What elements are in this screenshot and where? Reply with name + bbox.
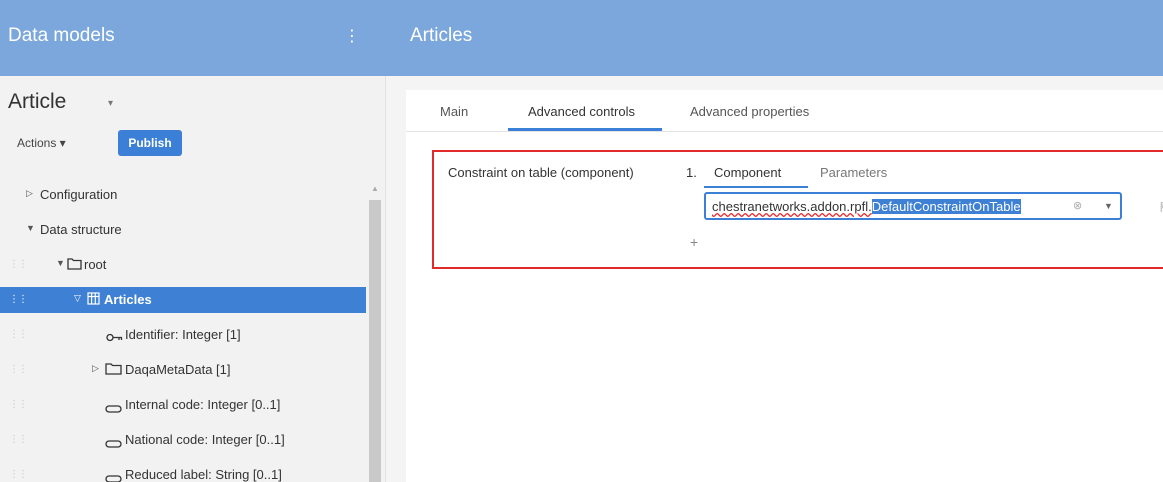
tree-node-label: Configuration	[40, 187, 118, 202]
constraint-index: 1.	[686, 165, 697, 180]
tree-node-daqametadata[interactable]: ⋮⋮ ▷ DaqaMetaData [1]	[0, 357, 366, 383]
scrollbar-thumb[interactable]	[369, 200, 381, 482]
more-options-icon[interactable]: ⋮	[344, 29, 360, 49]
add-constraint-icon[interactable]: +	[690, 234, 698, 250]
table-icon	[87, 292, 100, 308]
tree-node-label: DaqaMetaData [1]	[125, 362, 231, 377]
folder-icon	[105, 362, 122, 378]
component-value-selected: DefaultConstraintOnTable	[871, 199, 1021, 214]
details-card: Main Advanced controls Advanced properti…	[406, 90, 1163, 482]
tree-node-configuration[interactable]: ▷ Configuration	[0, 182, 366, 208]
drag-handle-icon[interactable]: ⋮⋮	[9, 259, 28, 270]
tree-node-articles[interactable]: ⋮⋮ ▽ Articles	[0, 287, 366, 313]
collapse-icon[interactable]: ▼	[56, 258, 65, 268]
collapse-icon[interactable]: ▼	[26, 223, 35, 233]
collapse-icon[interactable]: ▽	[74, 293, 81, 304]
tree-node-internal-code[interactable]: ⋮⋮ Internal code: Integer [0..1]	[0, 392, 366, 418]
data-models-title: Data models	[8, 25, 115, 46]
tree-node-label: root	[84, 257, 107, 272]
folder-icon	[67, 257, 82, 273]
field-icon	[105, 471, 122, 482]
component-value[interactable]: chestranetworks.addon.rpfl.DefaultConstr…	[712, 199, 1021, 214]
tree-node-label: National code: Integer [0..1]	[125, 432, 285, 447]
tab-bar: Main Advanced controls Advanced properti…	[406, 90, 1163, 132]
tree-node-label: Reduced label: String [0..1]	[125, 467, 282, 482]
tree-node-reduced-label[interactable]: ⋮⋮ Reduced label: String [0..1]	[0, 462, 366, 482]
key-icon	[106, 330, 123, 345]
drag-handle-icon[interactable]: ⋮⋮	[9, 434, 28, 445]
field-icon	[105, 401, 122, 416]
tree-node-root[interactable]: ⋮⋮ ▼ root	[0, 252, 366, 278]
scroll-up-icon[interactable]: ▲	[371, 184, 379, 193]
active-subtab-indicator	[704, 186, 808, 188]
component-value-prefix: chestranetworks.addon.rpfl.	[712, 199, 872, 214]
tree-node-data-structure[interactable]: ▼ Data structure	[0, 217, 366, 243]
tab-main[interactable]: Main	[440, 104, 468, 119]
tree-node-label: Internal code: Integer [0..1]	[125, 397, 281, 412]
drag-handle-icon[interactable]: ⋮⋮	[9, 469, 28, 480]
app-header: Data models ⋮ Articles	[0, 0, 1163, 76]
constraint-label: Constraint on table (component)	[448, 165, 634, 180]
tab-advanced-properties[interactable]: Advanced properties	[690, 104, 809, 119]
chevron-down-icon[interactable]: ▼	[1104, 201, 1113, 211]
expand-icon[interactable]: ▷	[26, 188, 33, 199]
component-select[interactable]: chestranetworks.addon.rpfl.DefaultConstr…	[704, 192, 1122, 220]
tree-node-label: Articles	[104, 292, 152, 307]
subtab-parameters[interactable]: Parameters	[820, 165, 887, 180]
drag-handle-icon[interactable]: ⋮⋮	[9, 294, 28, 305]
tree-scrollbar[interactable]: ▲	[368, 184, 382, 482]
subtab-component[interactable]: Component	[714, 165, 781, 180]
drag-handle-icon[interactable]: ⋮⋮	[9, 399, 28, 410]
tree-node-label: Data structure	[40, 222, 122, 237]
field-icon	[105, 436, 122, 451]
drag-handle-icon[interactable]: ⋮⋮	[9, 364, 28, 375]
drag-handle-icon[interactable]: ⋮⋮	[9, 329, 28, 340]
model-title[interactable]: Article	[8, 90, 66, 114]
publish-button[interactable]: Publish	[118, 130, 182, 156]
tree-node-national-code[interactable]: ⋮⋮ National code: Integer [0..1]	[0, 427, 366, 453]
tree-node-identifier[interactable]: ⋮⋮ Identifier: Integer [1]	[0, 322, 366, 348]
expand-icon[interactable]: ▷	[92, 363, 99, 374]
tab-advanced-controls[interactable]: Advanced controls	[528, 104, 635, 119]
actions-menu[interactable]: Actions ▾	[17, 136, 66, 150]
active-tab-indicator	[508, 128, 662, 131]
clear-icon[interactable]: ⊗	[1073, 199, 1082, 212]
data-model-sidebar: Article ▾ Actions ▾ Publish ▷ Configurat…	[0, 76, 386, 482]
main-content: Main Advanced controls Advanced properti…	[386, 76, 1163, 482]
tree-node-label: Identifier: Integer [1]	[125, 327, 241, 342]
constraint-highlight-box: Constraint on table (component) 1. Compo…	[432, 150, 1163, 269]
model-dropdown-icon[interactable]: ▾	[108, 98, 113, 109]
page-title: Articles	[410, 25, 473, 46]
